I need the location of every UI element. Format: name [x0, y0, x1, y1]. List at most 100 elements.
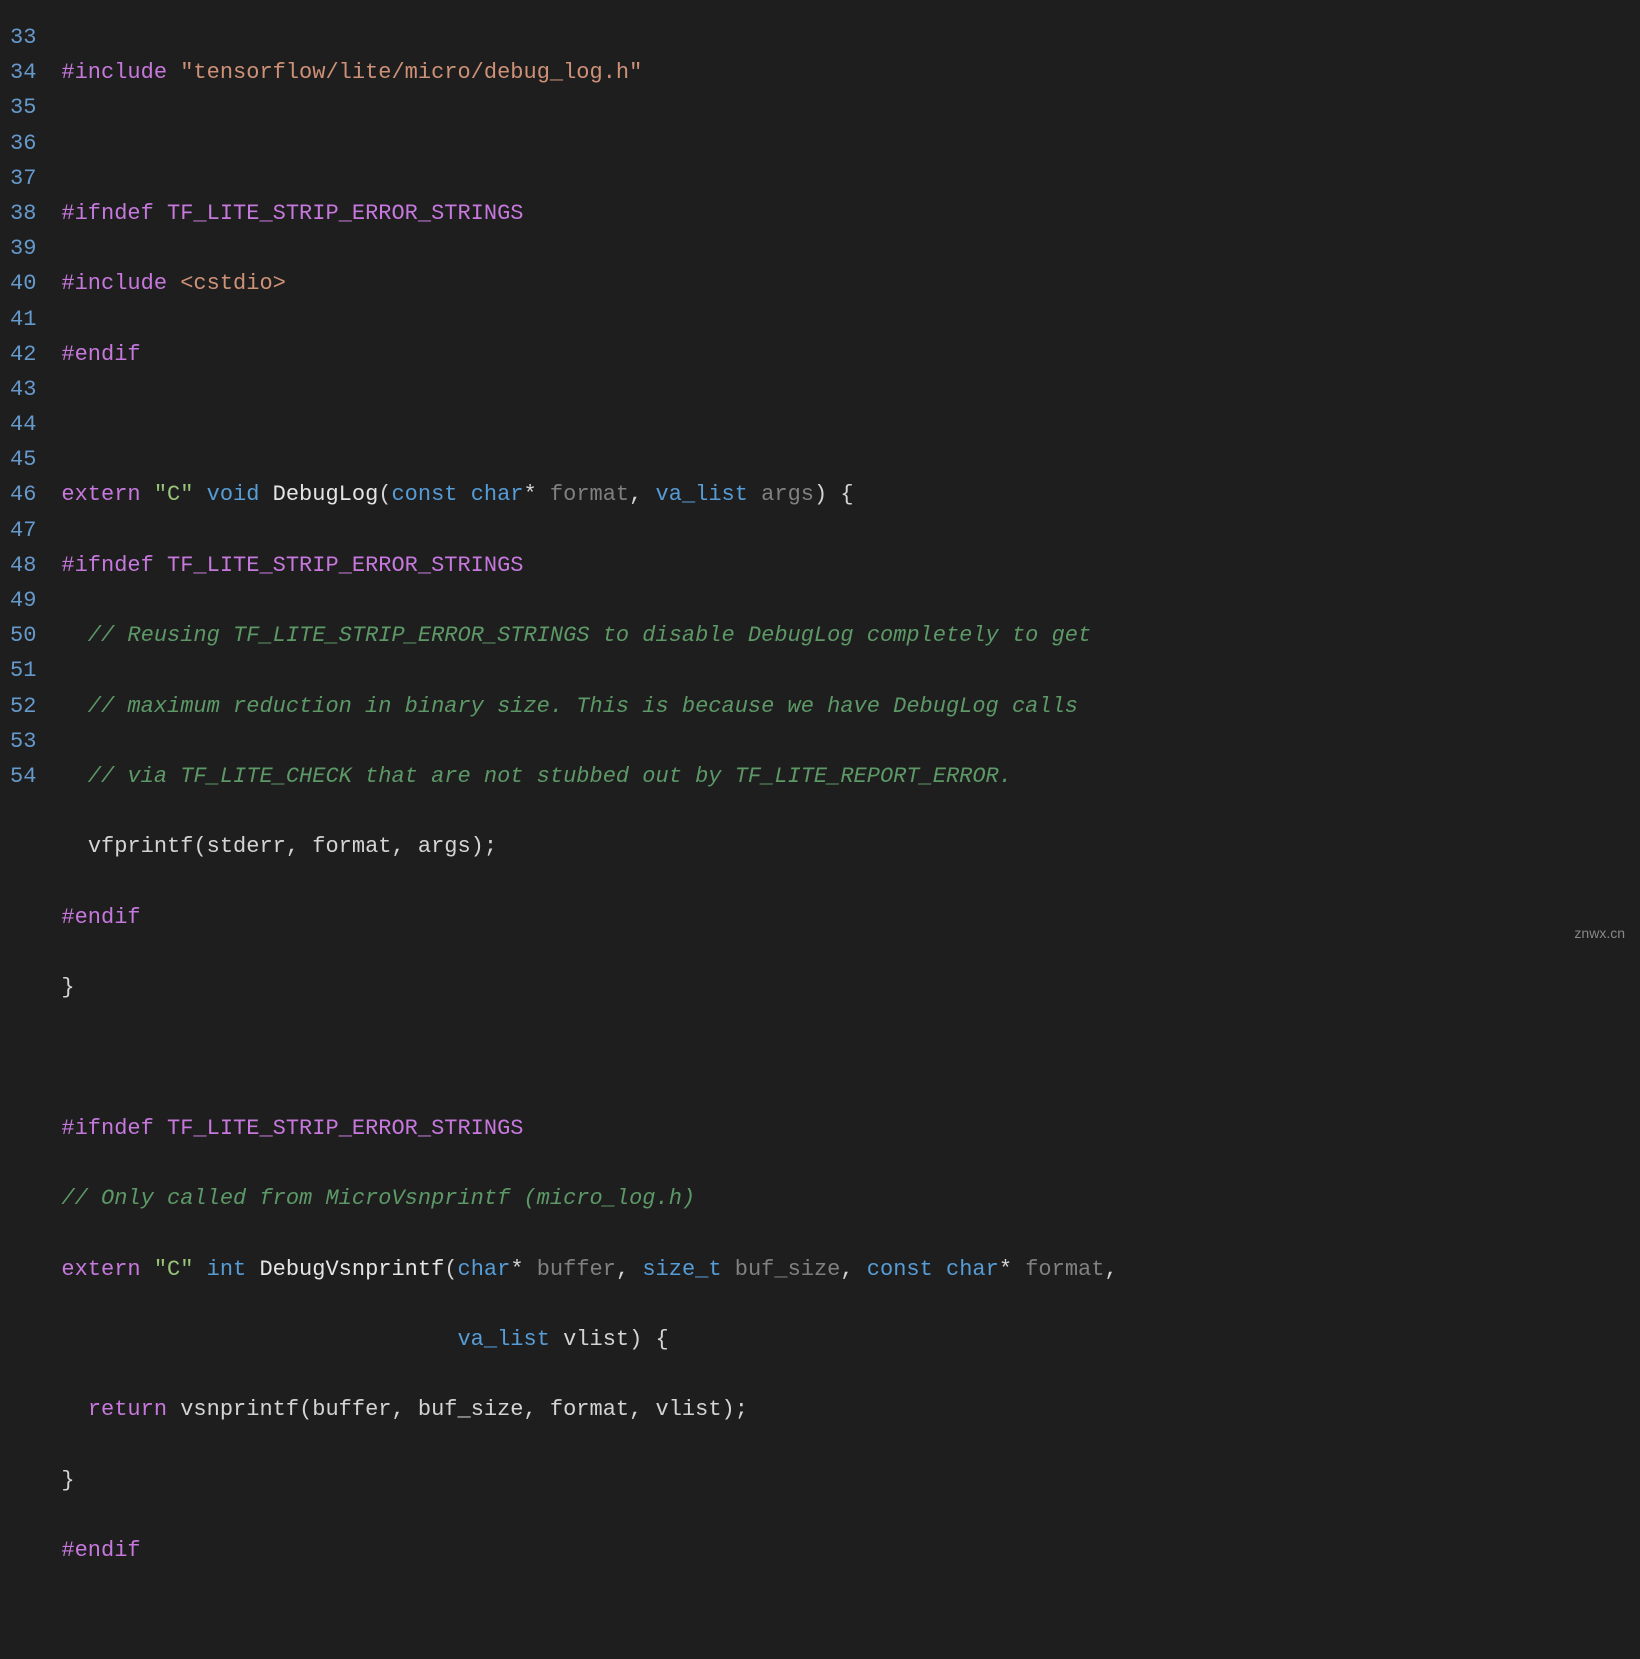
code-line[interactable]: #include <cstdio>: [61, 266, 1630, 301]
code-line[interactable]: va_list vlist) {: [61, 1322, 1630, 1357]
line-number: 34: [10, 55, 36, 90]
int-type: int: [207, 1257, 247, 1282]
code-line[interactable]: #ifndef TF_LITE_STRIP_ERROR_STRINGS: [61, 196, 1630, 231]
param-name: buffer: [537, 1257, 616, 1282]
line-number: 54: [10, 759, 36, 794]
line-number: 46: [10, 477, 36, 512]
lbrace: {: [656, 1327, 669, 1352]
comma: ,: [1104, 1257, 1117, 1282]
line-number: 47: [10, 513, 36, 548]
line-number: 35: [10, 90, 36, 125]
code-line[interactable]: return vsnprintf(buffer, buf_size, forma…: [61, 1392, 1630, 1427]
char-type: char: [471, 482, 524, 507]
function-call: vfprintf: [88, 834, 194, 859]
rbrace: }: [61, 975, 74, 1000]
rparen: ): [814, 482, 827, 507]
char-type: char: [946, 1257, 999, 1282]
call-args: (stderr, format, args);: [193, 834, 497, 859]
param-name: buf_size: [735, 1257, 841, 1282]
line-number: 40: [10, 266, 36, 301]
valist-type: va_list: [656, 482, 748, 507]
code-line[interactable]: // via TF_LITE_CHECK that are not stubbe…: [61, 759, 1630, 794]
line-number: 48: [10, 548, 36, 583]
const-keyword: const: [867, 1257, 933, 1282]
param-name: args: [761, 482, 814, 507]
code-line[interactable]: vfprintf(stderr, format, args);: [61, 829, 1630, 864]
function-name: DebugLog: [273, 482, 379, 507]
indent: [61, 1327, 457, 1352]
line-number: 33: [10, 20, 36, 55]
rparen: ): [629, 1327, 642, 1352]
macro-name: TF_LITE_STRIP_ERROR_STRINGS: [167, 1116, 523, 1141]
code-line[interactable]: #ifndef TF_LITE_STRIP_ERROR_STRINGS: [61, 548, 1630, 583]
call-args: (buffer, buf_size, format, vlist);: [299, 1397, 748, 1422]
indent: [61, 834, 87, 859]
const-keyword: const: [391, 482, 457, 507]
star: *: [524, 482, 537, 507]
code-line[interactable]: [61, 126, 1630, 161]
param-name: format: [550, 482, 629, 507]
code-line[interactable]: #endif: [61, 900, 1630, 935]
char-type: char: [458, 1257, 511, 1282]
code-line[interactable]: #endif: [61, 1533, 1630, 1568]
string-literal: "C": [154, 482, 194, 507]
code-line[interactable]: #endif: [61, 337, 1630, 372]
line-number: 36: [10, 126, 36, 161]
line-number: 44: [10, 407, 36, 442]
macro-name: TF_LITE_STRIP_ERROR_STRINGS: [167, 553, 523, 578]
code-line[interactable]: extern "C" int DebugVsnprintf(char* buff…: [61, 1252, 1630, 1287]
comment: // maximum reduction in binary size. Thi…: [61, 694, 1078, 719]
endif-directive: #endif: [61, 1538, 140, 1563]
code-line[interactable]: [61, 407, 1630, 442]
watermark: znwx.cn: [1574, 922, 1625, 944]
include-directive: #include: [61, 271, 167, 296]
endif-directive: #endif: [61, 905, 140, 930]
line-number: 52: [10, 689, 36, 724]
line-number: 38: [10, 196, 36, 231]
indent: [61, 1397, 87, 1422]
extern-keyword: extern: [61, 482, 140, 507]
star: *: [510, 1257, 523, 1282]
string-literal: "C": [154, 1257, 194, 1282]
line-number: 45: [10, 442, 36, 477]
code-line[interactable]: #ifndef TF_LITE_STRIP_ERROR_STRINGS: [61, 1111, 1630, 1146]
rbrace: }: [61, 1468, 74, 1493]
code-content[interactable]: #include "tensorflow/lite/micro/debug_lo…: [61, 20, 1630, 1639]
star: *: [999, 1257, 1012, 1282]
lbrace: {: [840, 482, 853, 507]
line-number-gutter: 33 34 35 36 37 38 39 40 41 42 43 44 45 4…: [10, 20, 61, 1639]
code-line[interactable]: }: [61, 1463, 1630, 1498]
extern-keyword: extern: [61, 1257, 140, 1282]
comma: ,: [840, 1257, 853, 1282]
macro-name: TF_LITE_STRIP_ERROR_STRINGS: [167, 201, 523, 226]
param-name: format: [1025, 1257, 1104, 1282]
void-type: void: [207, 482, 260, 507]
line-number: 39: [10, 231, 36, 266]
code-line[interactable]: // Reusing TF_LITE_STRIP_ERROR_STRINGS t…: [61, 618, 1630, 653]
code-line[interactable]: }: [61, 970, 1630, 1005]
valist-type: va_list: [457, 1327, 549, 1352]
ifndef-directive: #ifndef: [61, 201, 153, 226]
code-line[interactable]: [61, 1040, 1630, 1075]
function-name: DebugVsnprintf: [259, 1257, 444, 1282]
ifndef-directive: #ifndef: [61, 553, 153, 578]
line-number: 49: [10, 583, 36, 618]
ifndef-directive: #ifndef: [61, 1116, 153, 1141]
code-line[interactable]: // Only called from MicroVsnprintf (micr…: [61, 1181, 1630, 1216]
code-line[interactable]: extern "C" void DebugLog(const char* for…: [61, 477, 1630, 512]
code-line[interactable]: #include "tensorflow/lite/micro/debug_lo…: [61, 55, 1630, 90]
endif-directive: #endif: [61, 342, 140, 367]
code-line[interactable]: // maximum reduction in binary size. Thi…: [61, 689, 1630, 724]
line-number: 42: [10, 337, 36, 372]
line-number: 41: [10, 302, 36, 337]
comma: ,: [616, 1257, 629, 1282]
comment: // Only called from MicroVsnprintf (micr…: [61, 1186, 695, 1211]
comma: ,: [629, 482, 642, 507]
param-name: vlist: [563, 1327, 629, 1352]
line-number: 51: [10, 653, 36, 688]
include-path: "tensorflow/lite/micro/debug_log.h": [180, 60, 642, 85]
include-header: <cstdio>: [180, 271, 286, 296]
include-directive: #include: [61, 60, 167, 85]
code-editor-view: 33 34 35 36 37 38 39 40 41 42 43 44 45 4…: [10, 20, 1630, 1639]
lparen: (: [444, 1257, 457, 1282]
